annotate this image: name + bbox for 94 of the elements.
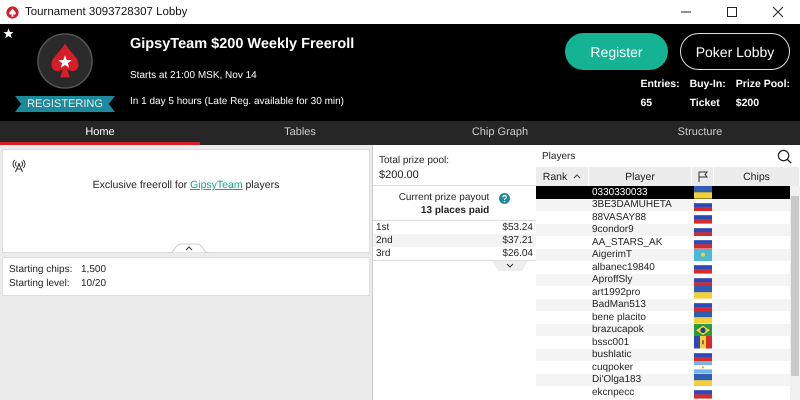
maximize-icon[interactable] bbox=[726, 6, 738, 18]
place-cell: 2nd bbox=[376, 235, 393, 246]
detail-value: 1,500 bbox=[81, 264, 106, 275]
countdown-text: In 1 day 5 hours (Late Reg. available for 30 min) bbox=[130, 96, 346, 109]
player-row[interactable]: ekcnpecc bbox=[536, 386, 790, 398]
search-icon[interactable] bbox=[777, 148, 792, 164]
amount-cell: $37.21 bbox=[502, 235, 533, 246]
close-icon[interactable] bbox=[772, 6, 784, 18]
column-header[interactable]: Player bbox=[625, 170, 655, 182]
player-name: AA_STARS_AK bbox=[592, 236, 662, 248]
flag-icon bbox=[694, 248, 712, 261]
player-name: 9condor9 bbox=[592, 224, 634, 236]
player-row[interactable]: Di'Olga183 bbox=[536, 374, 790, 386]
stat-label: Entries: bbox=[640, 78, 680, 90]
player-row[interactable]: albanec19840 bbox=[536, 261, 790, 274]
flag-icon bbox=[694, 286, 712, 298]
flag-icon bbox=[694, 298, 712, 311]
flag-icon bbox=[694, 186, 712, 198]
stat-label: Buy-In: bbox=[690, 78, 726, 90]
amount-cell: $53.24 bbox=[502, 222, 533, 233]
star-icon[interactable] bbox=[3, 28, 14, 39]
player-row[interactable]: 88VASAY88 bbox=[536, 211, 790, 224]
flag-icon bbox=[694, 324, 712, 336]
expand-icon[interactable] bbox=[492, 261, 528, 271]
player-name: brazucapok bbox=[592, 324, 644, 336]
tournament-title: GipsyTeam $200 Weekly Freeroll bbox=[130, 36, 354, 54]
player-name: BadMan513 bbox=[592, 299, 646, 310]
flag-icon bbox=[694, 224, 712, 236]
tab[interactable]: Home bbox=[0, 121, 200, 145]
player-row[interactable]: AigerimT bbox=[536, 248, 790, 261]
scrollbar-thumb[interactable] bbox=[791, 196, 799, 376]
player-row[interactable]: bushlatic bbox=[536, 348, 790, 361]
start-time: Starts at 21:00 MSK, Nov 14 bbox=[130, 70, 258, 84]
status-ribbon: REGISTERING bbox=[15, 96, 115, 112]
player-name: 88VASAY88 bbox=[592, 212, 646, 223]
player-row[interactable]: cuqpoker bbox=[536, 361, 790, 374]
spade-logo-icon bbox=[6, 6, 19, 18]
place-cell: 3rd bbox=[376, 248, 390, 259]
tab[interactable]: Structure bbox=[600, 121, 800, 145]
detail-label: Starting chips: bbox=[9, 264, 74, 275]
player-name: 0330330033 bbox=[592, 186, 648, 198]
player-row[interactable]: art1992pro bbox=[536, 286, 790, 298]
column-header[interactable]: Rank bbox=[542, 170, 568, 182]
lobby-button[interactable]: Poker Lobby bbox=[680, 33, 790, 70]
payout-label: Current prize payout bbox=[398, 192, 490, 203]
stat-value: 65 bbox=[640, 97, 654, 109]
player-row[interactable]: AproffSly bbox=[536, 274, 790, 286]
player-row[interactable]: 0330330033 bbox=[536, 186, 790, 198]
player-row[interactable]: AA_STARS_AK bbox=[536, 236, 790, 248]
places-paid: 13 places paid bbox=[420, 205, 490, 216]
flag-icon bbox=[694, 198, 712, 211]
players-title: Players bbox=[542, 150, 576, 162]
player-row[interactable]: 3BE3DAMUHETA bbox=[536, 198, 790, 211]
tab[interactable]: Chip Graph bbox=[400, 121, 600, 145]
sort-icon[interactable] bbox=[573, 174, 582, 179]
player-name: cuqpoker bbox=[592, 362, 634, 373]
player-name: 3BE3DAMUHETA bbox=[592, 199, 672, 210]
player-name: AproffSly bbox=[592, 274, 632, 286]
player-name: bushlatic bbox=[592, 349, 632, 360]
window-title: Tournament 3093728307 Lobby bbox=[25, 6, 188, 18]
total-value: $200.00 bbox=[379, 169, 420, 181]
amount-cell: $26.04 bbox=[502, 248, 533, 259]
player-name: Di'Olga183 bbox=[592, 374, 642, 386]
info-sentence: Exclusive freeroll for GipsyTeam players bbox=[92, 179, 280, 191]
column-header[interactable]: Chips bbox=[743, 170, 770, 182]
flag-icon bbox=[694, 274, 712, 286]
spade-logo-icon bbox=[36, 32, 94, 90]
tab[interactable]: Tables bbox=[200, 121, 400, 145]
flag-icon bbox=[694, 348, 712, 361]
flag-icon[interactable] bbox=[696, 170, 708, 182]
flag-icon bbox=[694, 374, 712, 386]
player-name: bene placito bbox=[592, 312, 646, 323]
flag-icon bbox=[694, 361, 712, 374]
stat-value: $200 bbox=[736, 97, 760, 109]
antenna-icon bbox=[12, 159, 26, 173]
player-row[interactable]: 9condor9 bbox=[536, 224, 790, 236]
stat-label: Prize Pool: bbox=[736, 78, 790, 90]
flag-icon bbox=[694, 311, 712, 324]
detail-label: Starting level: bbox=[9, 278, 71, 289]
player-row[interactable]: brazucapok bbox=[536, 324, 790, 336]
player-row[interactable]: bssc001 bbox=[536, 336, 790, 348]
player-name: AigerimT bbox=[592, 249, 632, 260]
stat-value: Ticket bbox=[690, 97, 721, 109]
player-name: art1992pro bbox=[592, 286, 640, 298]
help-icon[interactable] bbox=[499, 193, 510, 204]
player-name: albanec19840 bbox=[592, 262, 655, 273]
player-row[interactable]: bene placito bbox=[536, 311, 790, 324]
total-label: Total prize pool: bbox=[379, 155, 450, 166]
player-row[interactable]: BadMan513 bbox=[536, 298, 790, 311]
player-name: bssc001 bbox=[592, 336, 630, 348]
flag-icon bbox=[694, 336, 712, 348]
place-cell: 1st bbox=[376, 222, 390, 233]
detail-value: 10/20 bbox=[81, 278, 106, 289]
player-name: ekcnpecc bbox=[592, 386, 634, 398]
